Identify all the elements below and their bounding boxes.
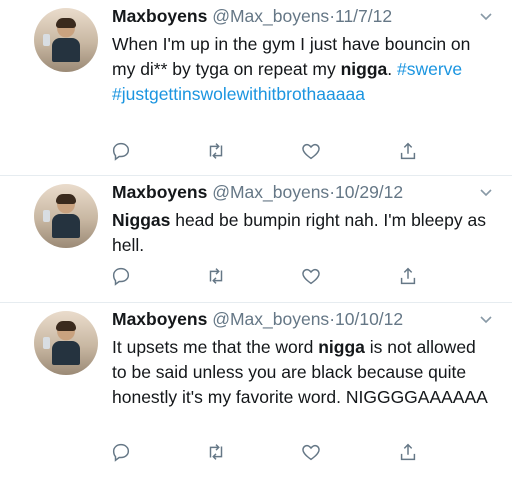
author-handle[interactable]: @Max_boyens xyxy=(212,182,329,202)
avatar-cup xyxy=(43,34,50,46)
tweet-actions xyxy=(0,441,512,463)
chevron-down-icon[interactable] xyxy=(478,8,494,24)
tweet-text: Niggas head be bumpin right nah. I'm ble… xyxy=(112,208,492,258)
reply-icon[interactable] xyxy=(110,265,132,287)
avatar[interactable] xyxy=(34,184,98,248)
chevron-down-icon[interactable] xyxy=(478,311,494,327)
reply-icon[interactable] xyxy=(110,140,132,162)
tweet-actions xyxy=(0,265,512,287)
tweet[interactable]: Maxboyens @Max_boyens·11/7/12 When I'm u… xyxy=(0,0,512,176)
tweet-text: It upsets me that the word nigga is not … xyxy=(112,335,492,410)
chevron-down-icon[interactable] xyxy=(478,184,494,200)
avatar-body xyxy=(52,38,80,62)
tweet-date[interactable]: 10/10/12 xyxy=(335,309,403,329)
tweet-content: Maxboyens @Max_boyens·11/7/12 When I'm u… xyxy=(112,4,492,107)
hashtag-link[interactable]: #swerve xyxy=(397,59,462,79)
tweet-text-segment: . xyxy=(387,59,397,79)
retweet-icon[interactable] xyxy=(205,441,227,463)
avatar-cup xyxy=(43,210,50,222)
share-icon[interactable] xyxy=(397,265,419,287)
avatar-hair xyxy=(56,194,76,204)
tweet-text-segment: It upsets me that the word xyxy=(112,337,319,357)
reply-icon[interactable] xyxy=(110,441,132,463)
heart-icon[interactable] xyxy=(300,265,322,287)
avatar-hair xyxy=(56,18,76,28)
tweet-header: Maxboyens @Max_boyens·10/10/12 xyxy=(112,307,492,331)
tweet[interactable]: Maxboyens @Max_boyens·10/29/12 Niggas he… xyxy=(0,176,512,303)
heart-icon[interactable] xyxy=(300,140,322,162)
author-name[interactable]: Maxboyens xyxy=(112,309,207,329)
author-handle[interactable]: @Max_boyens xyxy=(212,6,329,26)
avatar-body xyxy=(52,214,80,238)
share-icon[interactable] xyxy=(397,140,419,162)
avatar[interactable] xyxy=(34,8,98,72)
heart-icon[interactable] xyxy=(300,441,322,463)
tweet-text-bold: nigga xyxy=(318,337,365,357)
author-handle[interactable]: @Max_boyens xyxy=(212,309,329,329)
retweet-icon[interactable] xyxy=(205,140,227,162)
avatar-body xyxy=(52,341,80,365)
share-icon[interactable] xyxy=(397,441,419,463)
tweet-header: Maxboyens @Max_boyens·10/29/12 xyxy=(112,180,492,204)
hashtag-link[interactable]: #justgettinswolewithitbrothaaaaa xyxy=(112,84,365,104)
tweet-date[interactable]: 10/29/12 xyxy=(335,182,403,202)
retweet-icon[interactable] xyxy=(205,265,227,287)
tweet[interactable]: Maxboyens @Max_boyens·10/10/12 It upsets… xyxy=(0,303,512,479)
tweet-text: When I'm up in the gym I just have bounc… xyxy=(112,32,492,107)
tweet-actions xyxy=(0,140,512,162)
tweet-header: Maxboyens @Max_boyens·11/7/12 xyxy=(112,4,492,28)
avatar-cup xyxy=(43,337,50,349)
tweet-content: Maxboyens @Max_boyens·10/10/12 It upsets… xyxy=(112,307,492,410)
tweet-text-bold: nigga xyxy=(340,59,388,79)
author-name[interactable]: Maxboyens xyxy=(112,6,207,26)
tweet-content: Maxboyens @Max_boyens·10/29/12 Niggas he… xyxy=(112,180,492,258)
avatar-hair xyxy=(56,321,76,331)
tweet-text-bold: Niggas xyxy=(112,210,171,230)
author-name[interactable]: Maxboyens xyxy=(112,182,207,202)
tweet-date[interactable]: 11/7/12 xyxy=(335,6,392,26)
avatar[interactable] xyxy=(34,311,98,375)
